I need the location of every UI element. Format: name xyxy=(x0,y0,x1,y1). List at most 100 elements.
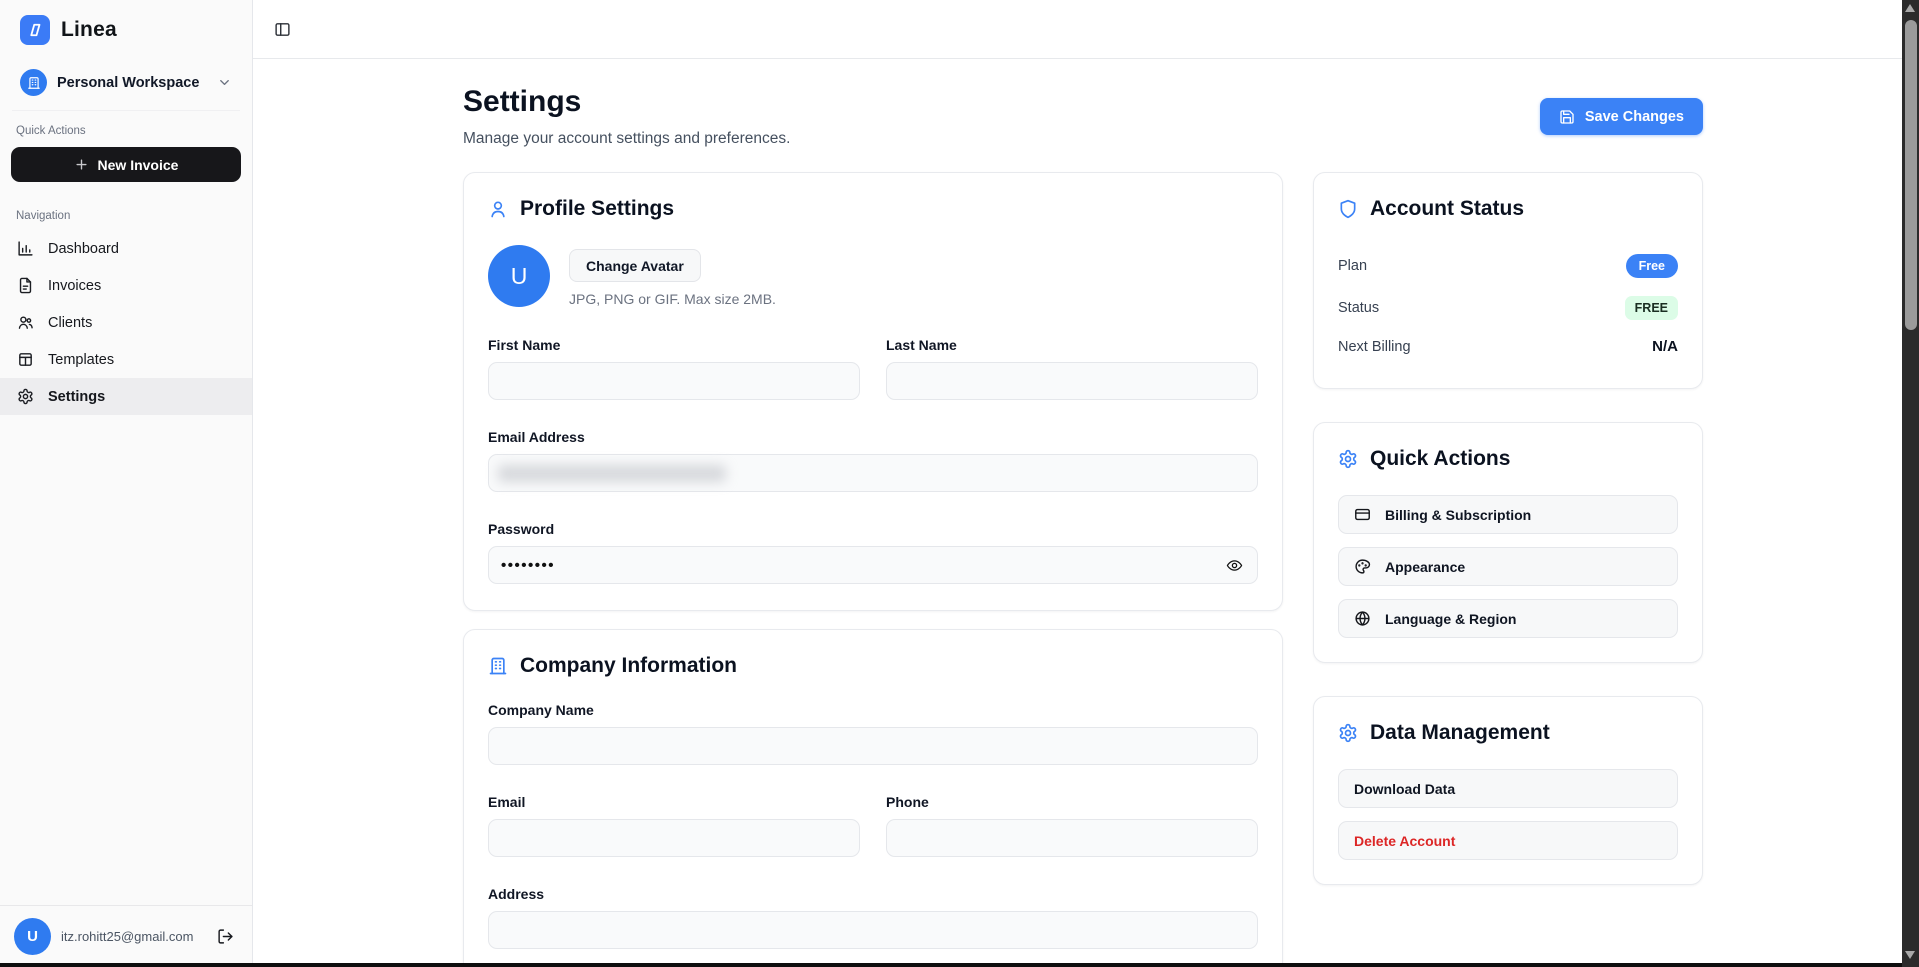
palette-icon xyxy=(1354,558,1371,575)
layout-icon xyxy=(17,351,35,368)
gear-icon xyxy=(17,388,35,405)
profile-settings-title: Profile Settings xyxy=(520,197,674,221)
shield-icon xyxy=(1338,199,1358,219)
topbar xyxy=(253,0,1919,59)
window-bottom-edge xyxy=(0,963,1919,967)
company-phone-label: Phone xyxy=(886,794,1258,810)
plus-icon xyxy=(74,157,89,172)
save-changes-label: Save Changes xyxy=(1585,109,1684,125)
workspace-selector[interactable]: Personal Workspace xyxy=(12,61,240,111)
scrollbar-thumb[interactable] xyxy=(1905,20,1917,330)
panel-left-icon xyxy=(274,21,291,38)
toggle-password-visibility-button[interactable] xyxy=(1224,555,1245,576)
sidebar-item-label: Invoices xyxy=(48,278,101,294)
sidebar-user: U itz.rohitt25@gmail.com xyxy=(0,905,252,967)
email-address-field[interactable] xyxy=(488,454,1258,492)
app-window: Linea Personal Workspace Quick Actions N… xyxy=(0,0,1919,967)
save-changes-button[interactable]: Save Changes xyxy=(1540,98,1703,135)
download-data-label: Download Data xyxy=(1354,781,1455,797)
sidebar-item-templates[interactable]: Templates xyxy=(0,341,252,378)
company-email-label: Email xyxy=(488,794,860,810)
gear-icon xyxy=(1338,723,1358,743)
download-data-button[interactable]: Download Data xyxy=(1338,769,1678,808)
last-name-field[interactable] xyxy=(886,362,1258,400)
status-row-next-billing: Next Billing N/A xyxy=(1338,329,1678,364)
sidebar: Linea Personal Workspace Quick Actions N… xyxy=(0,0,253,967)
billing-subscription-button[interactable]: Billing & Subscription xyxy=(1338,495,1678,534)
change-avatar-button[interactable]: Change Avatar xyxy=(569,249,701,282)
status-row-status: Status FREE xyxy=(1338,287,1678,329)
company-information-title: Company Information xyxy=(520,654,737,678)
sidebar-item-label: Settings xyxy=(48,389,105,405)
company-address-field[interactable] xyxy=(488,911,1258,949)
data-management-header: Data Management xyxy=(1338,721,1678,745)
gear-icon xyxy=(1338,449,1358,469)
data-management-card: Data Management Download Data Delete Acc… xyxy=(1313,696,1703,885)
billing-subscription-label: Billing & Subscription xyxy=(1385,507,1531,523)
last-name-label: Last Name xyxy=(886,337,1258,353)
new-invoice-button[interactable]: New Invoice xyxy=(11,147,241,182)
sidebar-nav: Dashboard Invoices Clients Templates xyxy=(0,230,252,415)
password-label: Password xyxy=(488,521,1258,537)
first-name-label: First Name xyxy=(488,337,860,353)
company-information-card: Company Information Company Name Email xyxy=(463,629,1283,967)
eye-icon xyxy=(1226,557,1243,574)
credit-card-icon xyxy=(1354,506,1371,523)
company-information-header: Company Information xyxy=(488,654,1258,678)
user-email: itz.rohitt25@gmail.com xyxy=(61,929,203,944)
sidebar-item-dashboard[interactable]: Dashboard xyxy=(0,230,252,267)
company-name-label: Company Name xyxy=(488,702,1258,718)
save-icon xyxy=(1559,109,1575,125)
password-field[interactable]: •••••••• xyxy=(488,546,1258,584)
first-name-field[interactable] xyxy=(488,362,860,400)
quick-actions-card: Quick Actions Billing & Subscription xyxy=(1313,422,1703,663)
logout-icon xyxy=(217,928,234,945)
language-region-button[interactable]: Language & Region xyxy=(1338,599,1678,638)
company-phone-field[interactable] xyxy=(886,819,1258,857)
navigation-section-label: Navigation xyxy=(0,182,252,230)
avatar-row: U Change Avatar JPG, PNG or GIF. Max siz… xyxy=(488,245,1258,307)
company-name-field[interactable] xyxy=(488,727,1258,765)
appearance-button[interactable]: Appearance xyxy=(1338,547,1678,586)
linea-logo-icon xyxy=(20,15,50,45)
workspace-building-icon xyxy=(20,69,47,96)
vertical-scrollbar[interactable] xyxy=(1902,0,1919,967)
user-icon xyxy=(488,199,508,219)
page-title: Settings xyxy=(463,85,790,119)
sidebar-item-invoices[interactable]: Invoices xyxy=(0,267,252,304)
email-address-label: Email Address xyxy=(488,429,1258,445)
sidebar-item-clients[interactable]: Clients xyxy=(0,304,252,341)
profile-settings-card: Profile Settings U Change Avatar JPG, PN… xyxy=(463,172,1283,611)
new-invoice-label: New Invoice xyxy=(98,157,179,173)
language-region-label: Language & Region xyxy=(1385,611,1516,627)
next-billing-label: Next Billing xyxy=(1338,339,1411,355)
scroll-up-arrow-icon[interactable] xyxy=(1905,4,1915,12)
sidebar-item-label: Templates xyxy=(48,352,114,368)
data-management-title: Data Management xyxy=(1370,721,1550,745)
sidebar-toggle-button[interactable] xyxy=(274,21,291,38)
avatar-hint: JPG, PNG or GIF. Max size 2MB. xyxy=(569,291,776,307)
email-redacted-value xyxy=(498,465,726,482)
user-avatar: U xyxy=(14,918,51,955)
quick-actions-title: Quick Actions xyxy=(1370,447,1510,471)
password-masked-value: •••••••• xyxy=(501,557,1224,574)
sidebar-item-settings[interactable]: Settings xyxy=(0,378,252,415)
chevron-down-icon xyxy=(217,75,232,90)
app-logo: Linea xyxy=(0,0,252,55)
page-subtitle: Manage your account settings and prefere… xyxy=(463,130,790,148)
profile-avatar: U xyxy=(488,245,550,307)
plan-badge: Free xyxy=(1626,254,1678,278)
quick-actions-header: Quick Actions xyxy=(1338,447,1678,471)
appearance-label: Appearance xyxy=(1385,559,1465,575)
main-area: Settings Manage your account settings an… xyxy=(253,0,1919,967)
globe-icon xyxy=(1354,610,1371,627)
delete-account-button[interactable]: Delete Account xyxy=(1338,821,1678,860)
company-email-field[interactable] xyxy=(488,819,860,857)
next-billing-value: N/A xyxy=(1652,338,1678,355)
building-icon xyxy=(488,656,508,676)
company-address-label: Address xyxy=(488,886,1258,902)
scroll-down-arrow-icon[interactable] xyxy=(1905,951,1915,959)
sidebar-item-label: Clients xyxy=(48,315,92,331)
plan-label: Plan xyxy=(1338,258,1367,274)
logout-button[interactable] xyxy=(213,924,238,949)
